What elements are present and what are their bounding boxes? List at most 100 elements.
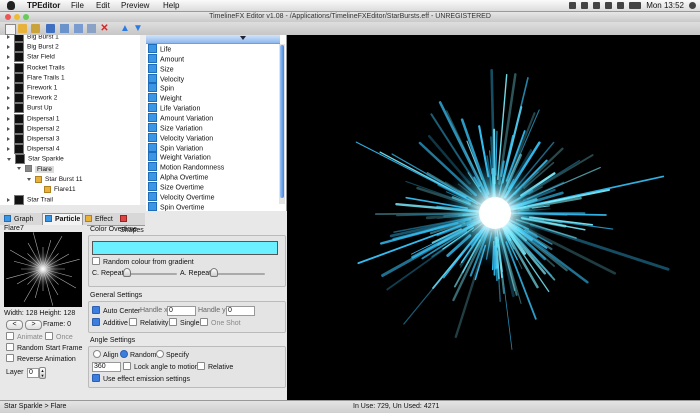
a-repeat-slider[interactable] xyxy=(211,273,265,275)
animate-checkbox-box[interactable] xyxy=(6,332,14,340)
app-menu[interactable]: TPEditor xyxy=(27,0,60,11)
single-checkbox[interactable]: Single xyxy=(169,319,199,327)
additive-checkbox-box[interactable] xyxy=(92,318,100,326)
attribute-list[interactable]: LifeAmountSizeVelocitySpinWeightLife Var… xyxy=(146,35,287,211)
tree-item[interactable]: Burst Up xyxy=(7,103,52,113)
once-checkbox-box[interactable] xyxy=(45,332,53,340)
handle-y-field[interactable]: 0 xyxy=(226,306,255,316)
effect-preview-canvas[interactable] xyxy=(287,35,700,400)
specify-radio[interactable]: Specify xyxy=(156,351,189,359)
tab-particle[interactable]: Particle xyxy=(42,213,83,225)
tree-item[interactable]: Flare11 xyxy=(37,185,76,195)
attribute-item[interactable]: Velocity Overtime xyxy=(148,193,214,203)
add-subeffect-icon[interactable] xyxy=(87,24,96,33)
open-folder-icon[interactable] xyxy=(18,24,27,33)
relativity-checkbox[interactable]: Relativity xyxy=(129,319,168,327)
tab-graph[interactable]: Graph xyxy=(2,214,35,225)
one-shot-checkbox-box[interactable] xyxy=(200,318,208,326)
tree-item[interactable]: Flare xyxy=(17,165,54,175)
status-tray-icon[interactable] xyxy=(569,2,576,9)
random-start-checkbox-box[interactable] xyxy=(6,343,14,351)
apple-icon[interactable] xyxy=(7,1,15,10)
expand-arrow-icon[interactable] xyxy=(7,96,10,100)
animate-checkbox[interactable]: Animate xyxy=(6,333,43,341)
sprite-preview[interactable] xyxy=(4,232,82,307)
bluetooth-icon[interactable] xyxy=(593,2,600,9)
additive-checkbox[interactable]: Additive xyxy=(92,319,128,327)
menu-file[interactable]: File xyxy=(71,0,84,11)
prev-frame-button[interactable]: < xyxy=(6,320,23,330)
tree-item[interactable]: Rocket Trails xyxy=(7,63,65,73)
tree-item[interactable]: Star Sparkle xyxy=(7,154,64,164)
tree-item[interactable]: Star Burst 11 xyxy=(27,175,82,185)
add-effect-icon[interactable] xyxy=(60,24,69,33)
use-emission-checkbox[interactable]: Use effect emission settings xyxy=(92,375,190,383)
save-icon[interactable] xyxy=(46,24,55,33)
random-start-checkbox[interactable]: Random Start Frame xyxy=(6,344,82,352)
expand-arrow-icon[interactable] xyxy=(7,35,10,39)
expand-arrow-icon[interactable] xyxy=(7,45,10,49)
tab-effect[interactable]: Effect xyxy=(83,214,115,225)
tree-item[interactable]: Dispersal 1 xyxy=(7,114,60,124)
tree-item[interactable]: Firework 2 xyxy=(7,93,57,103)
once-checkbox[interactable]: Once xyxy=(45,333,73,341)
expand-arrow-icon[interactable] xyxy=(7,55,10,59)
effects-tree[interactable]: Big Burst 1Big Burst 2Star FieldRocket T… xyxy=(0,35,146,205)
attribute-item[interactable]: Amount Variation xyxy=(148,114,213,124)
handle-x-field[interactable]: 0 xyxy=(167,306,196,316)
delete-icon[interactable]: ✕ xyxy=(100,24,109,33)
menu-edit[interactable]: Edit xyxy=(96,0,110,11)
next-frame-button[interactable]: > xyxy=(25,320,42,330)
tree-item[interactable]: Big Burst 1 xyxy=(7,35,59,42)
tree-item[interactable]: Big Burst 2 xyxy=(7,42,59,52)
close-window-icon[interactable] xyxy=(5,14,11,20)
zoom-window-icon[interactable] xyxy=(23,14,29,20)
volume-icon[interactable] xyxy=(617,2,624,9)
collapse-arrow-icon[interactable] xyxy=(17,167,21,170)
single-checkbox-box[interactable] xyxy=(169,318,177,326)
angle-field[interactable]: 360 xyxy=(92,362,121,372)
time-machine-icon[interactable] xyxy=(581,2,588,9)
attribute-item[interactable]: Spin Overtime xyxy=(148,203,204,211)
align-radio[interactable]: Align xyxy=(93,351,119,359)
new-folder-icon[interactable] xyxy=(31,24,40,33)
expand-arrow-icon[interactable] xyxy=(7,66,10,70)
spotlight-icon[interactable] xyxy=(689,2,696,9)
expand-arrow-icon[interactable] xyxy=(7,86,10,90)
attribute-list-header[interactable] xyxy=(146,35,280,44)
collapse-arrow-icon[interactable] xyxy=(7,158,11,161)
expand-arrow-icon[interactable] xyxy=(7,147,10,151)
one-shot-checkbox[interactable]: One Shot xyxy=(200,319,241,327)
c-repeat-slider[interactable] xyxy=(124,273,177,275)
lock-angle-checkbox-box[interactable] xyxy=(123,362,131,370)
wifi-icon[interactable] xyxy=(605,2,612,9)
attribute-item[interactable]: Motion Randomness xyxy=(148,163,224,173)
reverse-animation-checkbox-box[interactable] xyxy=(6,354,14,362)
expand-arrow-icon[interactable] xyxy=(7,117,10,121)
expand-arrow-icon[interactable] xyxy=(7,198,10,202)
tree-item[interactable]: Dispersal 3 xyxy=(7,134,60,144)
move-down-icon[interactable]: ▼ xyxy=(133,24,142,33)
layer-stepper[interactable]: ▲▼ xyxy=(39,367,46,379)
tree-item[interactable]: Flare Trails 1 xyxy=(7,73,65,83)
relativity-checkbox-box[interactable] xyxy=(129,318,137,326)
tree-item[interactable]: Dispersal 4 xyxy=(7,144,60,154)
tree-item[interactable]: Firework 1 xyxy=(7,83,57,93)
random-colour-checkbox[interactable]: Random colour from gradient xyxy=(92,258,194,266)
use-emission-checkbox-box[interactable] xyxy=(92,374,100,382)
tree-item[interactable]: Star Trail xyxy=(7,195,53,205)
attribute-item[interactable]: Alpha Overtime xyxy=(148,173,208,183)
expand-arrow-icon[interactable] xyxy=(7,127,10,131)
tree-item[interactable]: Star Field xyxy=(7,52,55,62)
layer-field[interactable]: 0 xyxy=(27,368,39,378)
a-repeat-knob[interactable] xyxy=(210,268,218,277)
relative-checkbox-box[interactable] xyxy=(197,362,205,370)
relative-checkbox[interactable]: Relative xyxy=(197,363,233,371)
collapse-arrow-icon[interactable] xyxy=(27,178,31,181)
expand-arrow-icon[interactable] xyxy=(7,106,10,110)
move-up-icon[interactable]: ▲ xyxy=(120,24,129,33)
attribute-item[interactable]: Weight Variation xyxy=(148,153,211,163)
attribute-item[interactable]: Velocity Variation xyxy=(148,134,213,144)
auto-center-checkbox[interactable]: Auto Center xyxy=(92,307,140,315)
auto-center-checkbox-box[interactable] xyxy=(92,306,100,314)
